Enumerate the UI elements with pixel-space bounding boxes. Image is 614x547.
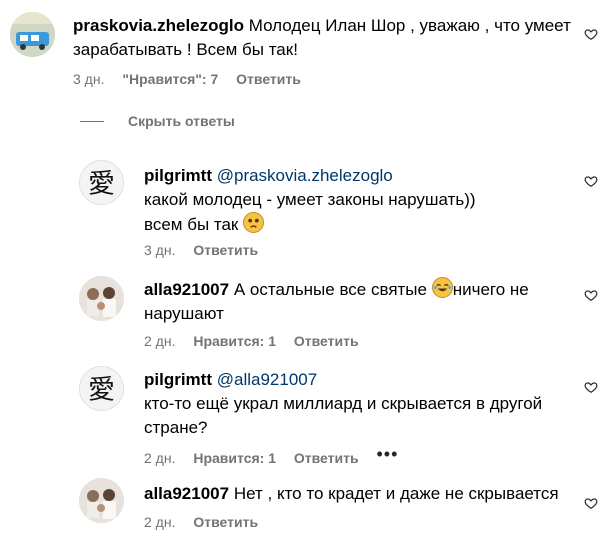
timestamp[interactable]: 2 дн.: [144, 333, 175, 349]
pleading-face-emoji: [243, 212, 265, 233]
laughing-tears-emoji: [431, 277, 453, 298]
reply-meta: 2 дн. Нравится: 1 Ответить: [144, 333, 373, 349]
reply-button[interactable]: Ответить: [294, 333, 359, 349]
reply-button[interactable]: Ответить: [193, 242, 258, 258]
reply-body: pilgrimtt @alla921007 кто-то ещё украл м…: [144, 368, 574, 440]
username[interactable]: alla921007: [144, 280, 229, 299]
mention-link[interactable]: @alla921007: [217, 370, 317, 389]
heart-outline-icon[interactable]: [584, 380, 598, 394]
reply-meta: 2 дн. Нравится: 1 Ответить •••: [144, 444, 412, 468]
reply-body: pilgrimtt @praskovia.zhelezoglo какой мо…: [144, 164, 574, 237]
avatar[interactable]: 愛: [79, 160, 124, 205]
reply-text-line2: нарушают: [144, 304, 224, 323]
comment-meta: 3 дн. "Нравится": 7 Ответить: [73, 71, 315, 87]
avatar-image: [79, 478, 124, 523]
reply-text: Нет , кто то крадет и даже не скрывается: [233, 484, 559, 503]
username[interactable]: alla921007: [144, 484, 229, 503]
heart-outline-icon[interactable]: [584, 288, 598, 302]
reply-body: alla921007 А остальные все святые ничего…: [144, 277, 574, 326]
reply-text-part1: А остальные все святые: [233, 280, 427, 299]
timestamp[interactable]: 2 дн.: [144, 450, 175, 466]
reply-alla-1: alla921007 А остальные все святые ничего…: [0, 268, 614, 358]
timestamp[interactable]: 3 дн.: [73, 71, 104, 87]
mention-link[interactable]: @praskovia.zhelezoglo: [217, 166, 393, 185]
divider-line: [80, 120, 104, 122]
likes-count[interactable]: Нравится: 1: [193, 333, 276, 349]
reply-meta: 2 дн. Ответить: [144, 514, 272, 530]
svg-text:愛: 愛: [88, 169, 115, 200]
reply-text-line2: всем бы так: [144, 215, 239, 234]
avatar-image: [10, 12, 55, 57]
avatar[interactable]: 愛: [79, 366, 124, 411]
timestamp[interactable]: 2 дн.: [144, 514, 175, 530]
more-options-icon[interactable]: •••: [376, 444, 398, 464]
avatar-image: 愛: [80, 367, 123, 410]
comment-body: praskovia.zhelezoglo Молодец Илан Шор , …: [73, 14, 574, 62]
reply-pilgrimtt-1: 愛 pilgrimtt @praskovia.zhelezoglo какой …: [0, 150, 614, 260]
reply-meta: 3 дн. Ответить: [144, 242, 272, 258]
reply-text-part2: ничего не: [452, 280, 529, 299]
likes-count[interactable]: Нравится: 1: [193, 450, 276, 466]
avatar-image: [79, 276, 124, 321]
heart-outline-icon[interactable]: [584, 496, 598, 510]
username[interactable]: pilgrimtt: [144, 370, 212, 389]
likes-count[interactable]: "Нравится": 7: [122, 71, 218, 87]
reply-button[interactable]: Ответить: [236, 71, 301, 87]
reply-text-line1: какой молодец - умеет законы нарушать)): [144, 190, 476, 209]
username[interactable]: praskovia.zhelezoglo: [73, 16, 244, 35]
avatar[interactable]: [79, 478, 124, 523]
heart-outline-icon[interactable]: [584, 27, 598, 41]
hide-replies-button[interactable]: Скрыть ответы: [80, 113, 235, 129]
hide-replies-label: Скрыть ответы: [128, 113, 235, 129]
reply-body: alla921007 Нет , кто то крадет и даже не…: [144, 482, 574, 506]
avatar[interactable]: [10, 12, 55, 57]
comment-praskovia: praskovia.zhelezoglo Молодец Илан Шор , …: [0, 0, 614, 100]
reply-text-line1: кто-то ещё украл миллиард и скрывается в…: [144, 394, 543, 413]
reply-button[interactable]: Ответить: [294, 450, 359, 466]
reply-alla-2: alla921007 Нет , кто то крадет и даже не…: [0, 476, 614, 546]
reply-pilgrimtt-2: 愛 pilgrimtt @alla921007 кто-то ещё украл…: [0, 360, 614, 470]
avatar-image: 愛: [80, 161, 123, 204]
username[interactable]: pilgrimtt: [144, 166, 212, 185]
reply-button[interactable]: Ответить: [193, 514, 258, 530]
avatar[interactable]: [79, 276, 124, 321]
timestamp[interactable]: 3 дн.: [144, 242, 175, 258]
heart-outline-icon[interactable]: [584, 174, 598, 188]
reply-text-line2: стране?: [144, 418, 208, 437]
svg-text:愛: 愛: [88, 375, 115, 406]
